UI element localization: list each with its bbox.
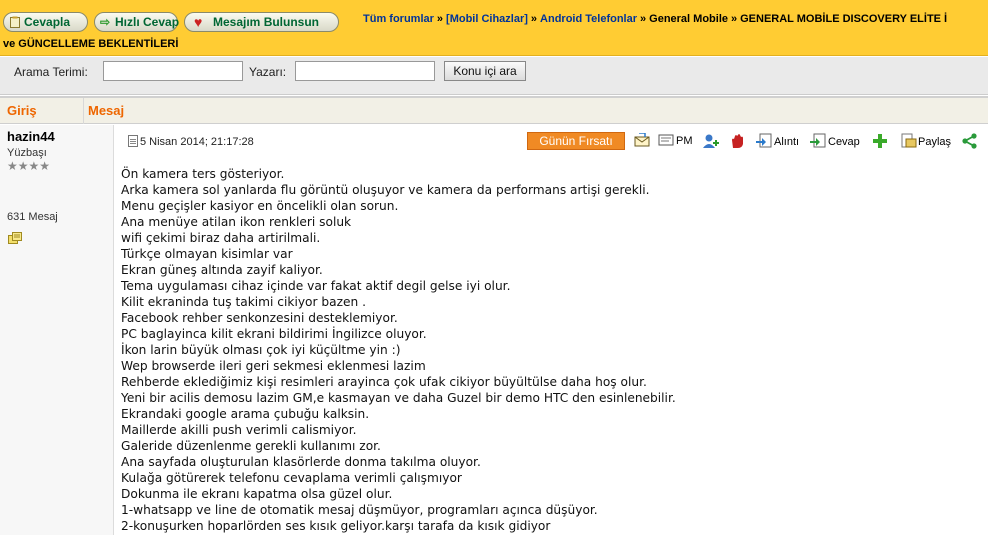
quick-reply-button[interactable]: ⇨ Hızlı Cevap [94, 12, 180, 32]
breadcrumb-android-phones[interactable]: Android Telefonlar [540, 13, 637, 25]
post-body: Ön kamera ters gösteriyor. Arka kamera s… [121, 166, 981, 534]
post-document-icon [128, 135, 138, 147]
share-label: Paylaş [918, 136, 952, 148]
quick-reply-label: Hızlı Cevap [115, 15, 180, 29]
reply-button-label: Cevapla [24, 15, 71, 29]
post-line: Ana menüye atilan ikon renkleri soluk [121, 215, 352, 229]
breadcrumb: Tüm forumlar» [Mobil Cihazlar]» Android Te… [363, 13, 948, 25]
find-my-message-button[interactable]: ♥ Mesajım Bulunsun [184, 12, 339, 32]
top-bar: Cevapla ⇨ Hızlı Cevap ♥ Mesajım Bulunsun… [0, 0, 988, 56]
reply-post-label: Cevap [828, 136, 860, 148]
post-line: Maillerde akilli push verimli calismiyor… [121, 423, 357, 437]
share-icon[interactable] [962, 133, 978, 149]
post-line: Arka kamera sol yanlarda flu görüntü olu… [121, 183, 650, 197]
deal-of-day-button[interactable]: Günün Fırsatı [527, 132, 625, 150]
post-line: Wep browserde ileri geri sekmesi eklenme… [121, 359, 426, 373]
column-header-author: Giriş [7, 103, 37, 118]
post-line: Ana sayfada oluşturulan klasörlerde donm… [121, 455, 481, 469]
reply-button[interactable]: Cevapla [3, 12, 88, 32]
post-line: wifi çekimi biraz daha artirilmali. [121, 231, 321, 245]
author-message-count: 631 Mesaj [7, 211, 58, 223]
author-rank: Yüzbaşı [7, 147, 47, 159]
author-input[interactable] [295, 61, 435, 81]
post-line: Galeride düzenlenme gerekli kullanımı zo… [121, 439, 381, 453]
author-label: Yazarı: [249, 65, 287, 79]
share-page-icon [901, 133, 917, 148]
heart-icon: ♥ [194, 14, 203, 30]
pm-icon [658, 134, 674, 146]
pm-button[interactable]: PM [658, 133, 693, 149]
post-line: Ekrandaki google arama çubuğu kalksin. [121, 407, 370, 421]
pm-label: PM [676, 135, 693, 147]
quote-icon [756, 133, 772, 148]
quote-label: Alıntı [774, 136, 800, 148]
topic-title-continued: ve GÜNCELLEME BEKLENTİLERİ [3, 38, 179, 50]
post-message-panel: 5 Nisan 2014; 21:17:28 Günün Fırsatı PM … [115, 125, 988, 535]
column-divider [83, 98, 84, 124]
breadcrumb-current-topic: GENERAL MOBİLE DISCOVERY ELİTE İ [740, 13, 948, 25]
posts-table-header: Giriş Mesaj [0, 96, 988, 124]
reply-post-icon [810, 133, 826, 148]
add-friend-icon[interactable] [702, 133, 720, 149]
topic-search-bar: Arama Terimi: Yazarı: Konu içi ara [0, 57, 988, 95]
post-line: Dokunma ile ekranı kapatma olsa güzel ol… [121, 487, 393, 501]
post-line: Menu geçişler kasiyor en öncelikli olan … [121, 199, 399, 213]
post-date-text: 5 Nisan 2014; 21:17:28 [140, 136, 254, 148]
post-author-panel: hazin44 Yüzbaşı ★★★★ 631 Mesaj [0, 125, 114, 535]
user-messages-icon[interactable] [8, 232, 22, 244]
breadcrumb-all-forums[interactable]: Tüm forumlar [363, 13, 434, 25]
author-username[interactable]: hazin44 [7, 129, 55, 144]
email-icon[interactable] [634, 132, 650, 149]
post-line: 1-whatsapp ve line de otomatik mesaj düş… [121, 503, 598, 517]
search-in-topic-button[interactable]: Konu içi ara [444, 61, 526, 81]
post-line: Kulağa götürerek telefonu cevaplama veri… [121, 471, 462, 485]
breadcrumb-mobile-devices[interactable]: [Mobil Cihazlar] [446, 13, 528, 25]
column-header-message: Mesaj [88, 103, 125, 118]
post-line: PC baglayinca kilit ekrani bildirimi İng… [121, 327, 427, 341]
add-plus-icon[interactable] [872, 133, 888, 149]
reply-post-button[interactable]: Cevap [810, 133, 860, 149]
reply-icon [10, 16, 20, 28]
rank-stars-icon: ★★★★ [7, 159, 51, 173]
search-term-input[interactable] [103, 61, 243, 81]
post-line: Kilit ekraninda tuş takimi cikiyor bazen… [121, 295, 366, 309]
post-line: Ön kamera ters gösteriyor. [121, 167, 285, 181]
post-line: Tema uygulaması cihaz içinde var fakat a… [121, 279, 511, 293]
post-line: Türkçe olmayan kisimlar var [121, 247, 293, 261]
quote-button[interactable]: Alıntı [756, 133, 799, 149]
arrow-right-icon: ⇨ [100, 15, 111, 29]
post-line: İkon larin büyük olması çok iyi küçültme… [121, 343, 401, 357]
share-button[interactable]: Paylaş [900, 133, 951, 149]
post-line: Yeni bir acilis demosu lazim GM,e kasmay… [121, 391, 676, 405]
post-line: Ekran güneş altında zayif kaliyor. [121, 263, 323, 277]
breadcrumb-general-mobile[interactable]: General Mobile [649, 13, 728, 25]
find-my-message-label: Mesajım Bulunsun [213, 15, 320, 29]
post-line: 2-konuşurken hoparlörden ses kısık geliy… [121, 519, 551, 533]
report-hand-icon[interactable] [729, 133, 747, 149]
post-line: Facebook rehber senkonzesini desteklemiy… [121, 311, 398, 325]
post-date: 5 Nisan 2014; 21:17:28 [128, 135, 254, 148]
post-line: Rehberde eklediğimiz kişi resimleri aray… [121, 375, 647, 389]
search-term-label: Arama Terimi: [14, 65, 88, 79]
